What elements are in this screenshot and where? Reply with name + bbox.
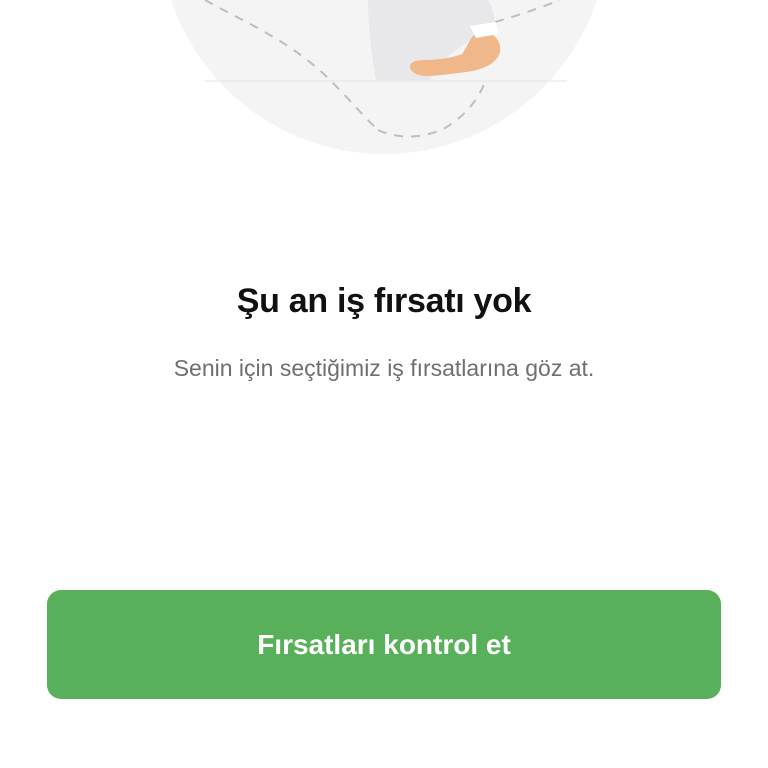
- empty-state-title: Şu an iş fırsatı yok: [236, 282, 532, 320]
- empty-state-screen: Şu an iş fırsatı yok Senin için seçtiğim…: [0, 0, 768, 768]
- check-opportunities-button-label: Fırsatları kontrol et: [257, 628, 511, 660]
- check-opportunities-button[interactable]: Fırsatları kontrol et: [47, 590, 721, 699]
- person-illustration-icon: [171, 0, 597, 154]
- empty-state-subtitle: Senin için seçtiğimiz iş fırsatlarına gö…: [173, 355, 595, 381]
